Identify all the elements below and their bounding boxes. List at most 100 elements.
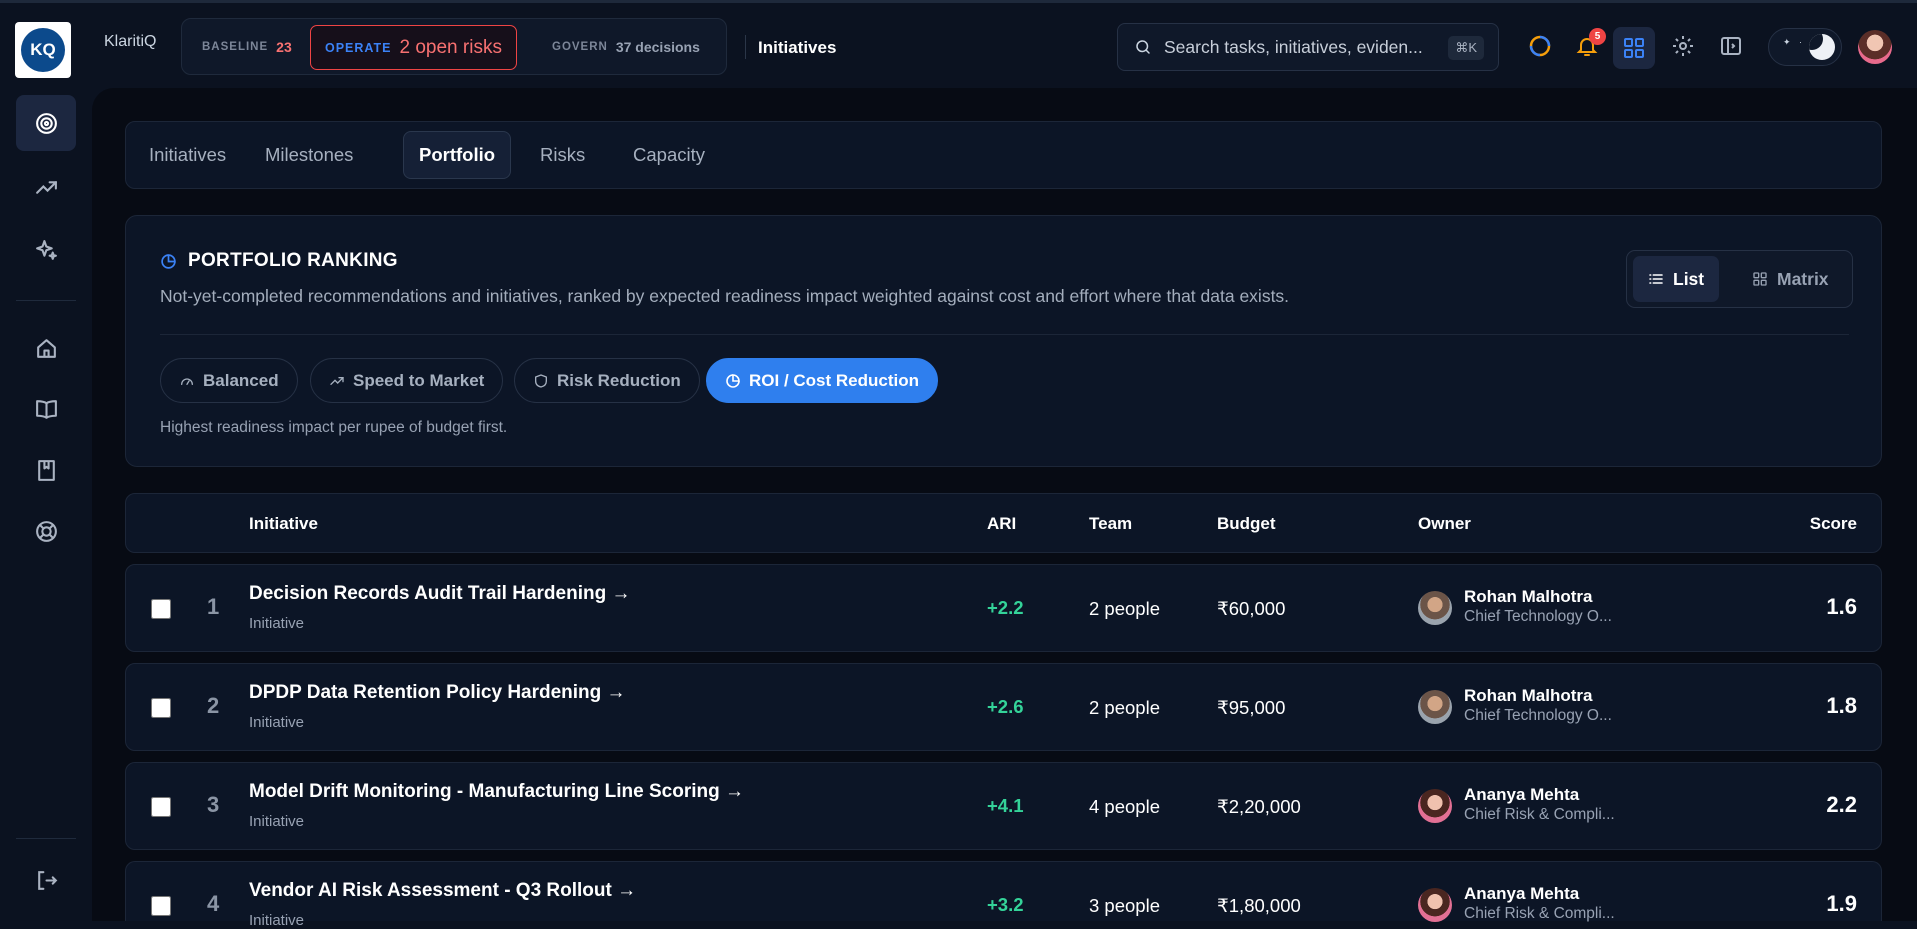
sidebar-item-home[interactable]: [16, 320, 76, 376]
row-score: 2.2: [1826, 792, 1857, 817]
row-team: 2 people: [1089, 697, 1160, 718]
list-icon: [1649, 274, 1663, 284]
owner-avatar: [1418, 789, 1452, 823]
notification-badge: 5: [1589, 28, 1606, 45]
strategy-roi-label: ROI / Cost Reduction: [749, 370, 919, 390]
pie-chart-icon: [726, 373, 740, 388]
tab-milestones[interactable]: Milestones: [250, 131, 368, 179]
table-row[interactable]: 4 Vendor AI Risk Assessment - Q3 Rollout…: [125, 861, 1882, 929]
view-toggle: List Matrix: [1626, 250, 1853, 308]
owner-avatar: [1418, 690, 1452, 724]
row-type: Initiative: [249, 813, 305, 830]
phase-govern-label: GOVERN: [552, 40, 608, 53]
sparkles-icon: [35, 239, 57, 260]
row-rank: 2: [207, 693, 220, 718]
column-owner[interactable]: Owner: [1418, 514, 1471, 534]
lifebuoy-icon: [35, 520, 57, 542]
matrix-grid-icon: [1753, 272, 1767, 286]
row-checkbox[interactable]: [151, 797, 171, 817]
strategy-speed-to-market[interactable]: Speed to Market: [310, 358, 504, 403]
sidebar-item-initiatives[interactable]: [16, 95, 76, 151]
tab-capacity[interactable]: Capacity: [618, 131, 720, 179]
stars-icon: ✦ ·: [1783, 37, 1806, 47]
owner-role: Chief Technology O...: [1464, 707, 1612, 724]
column-team[interactable]: Team: [1089, 514, 1132, 534]
phase-baseline-value: 23: [276, 38, 292, 55]
row-rank: 3: [207, 792, 220, 817]
sidebar-item-trends[interactable]: [16, 159, 76, 215]
notifications-button[interactable]: 5: [1572, 28, 1606, 61]
search-input[interactable]: Search tasks, initiatives, eviden... ⌘K: [1117, 23, 1499, 71]
header-divider: [745, 35, 746, 59]
table-row[interactable]: 3 Model Drift Monitoring - Manufacturing…: [125, 762, 1882, 850]
strategy-roi-cost-reduction[interactable]: ROI / Cost Reduction: [706, 358, 938, 403]
shield-icon: [535, 373, 547, 388]
section-description: Not-yet-completed recommendations and in…: [160, 286, 1290, 306]
row-title-link[interactable]: Vendor AI Risk Assessment - Q3 Rollout →: [249, 880, 636, 902]
row-ari: +2.2: [987, 597, 1024, 618]
user-avatar[interactable]: [1858, 30, 1892, 64]
sidebar: [0, 88, 92, 921]
phase-govern[interactable]: GOVERN 37 decisions: [552, 19, 700, 74]
settings-button[interactable]: [1668, 31, 1698, 61]
row-title-link[interactable]: Decision Records Audit Trail Hardening →: [249, 583, 630, 605]
row-checkbox[interactable]: [151, 896, 171, 916]
row-type: Initiative: [249, 714, 305, 731]
phase-summary: BASELINE 23 OPERATE 2 open risks GOVERN …: [181, 18, 727, 75]
row-checkbox[interactable]: [151, 599, 171, 619]
table-row[interactable]: 2 DPDP Data Retention Policy Hardening →…: [125, 663, 1882, 751]
sidebar-item-library[interactable]: [16, 381, 76, 437]
phase-operate-value: 2 open risks: [399, 36, 502, 58]
row-title-link[interactable]: DPDP Data Retention Policy Hardening →: [249, 682, 626, 704]
strategy-risk-reduction[interactable]: Risk Reduction: [514, 358, 700, 403]
row-budget: ₹60,000: [1217, 598, 1286, 619]
owner-role: Chief Technology O...: [1464, 608, 1612, 625]
row-rank: 4: [207, 891, 220, 916]
row-budget: ₹1,80,000: [1217, 895, 1301, 916]
grid-icon: [1624, 38, 1644, 58]
row-budget: ₹95,000: [1217, 697, 1286, 718]
app-logo[interactable]: KQ: [15, 22, 71, 78]
panel-toggle-button[interactable]: [1716, 31, 1746, 61]
row-title-link[interactable]: Model Drift Monitoring - Manufacturing L…: [249, 781, 744, 803]
strategy-balanced-label: Balanced: [203, 370, 279, 390]
logo-mark: KQ: [21, 28, 65, 72]
column-score[interactable]: Score: [1810, 514, 1857, 534]
row-ari: +3.2: [987, 894, 1024, 915]
sidebar-panel-icon: [1721, 37, 1741, 55]
strategy-risk-label: Risk Reduction: [557, 370, 681, 390]
row-checkbox[interactable]: [151, 698, 171, 718]
sidebar-item-help[interactable]: [16, 503, 76, 559]
tab-initiatives[interactable]: Initiatives: [134, 131, 241, 179]
phase-baseline[interactable]: BASELINE 23: [202, 19, 292, 74]
phase-operate[interactable]: OPERATE 2 open risks: [310, 25, 517, 70]
sidebar-item-guides[interactable]: [16, 442, 76, 498]
search-shortcut: ⌘K: [1448, 36, 1484, 60]
row-score: 1.9: [1826, 891, 1857, 916]
column-initiative[interactable]: Initiative: [249, 514, 318, 534]
row-ari: +2.6: [987, 696, 1024, 717]
column-ari[interactable]: ARI: [987, 514, 1016, 534]
column-budget[interactable]: Budget: [1217, 514, 1276, 534]
status-ring-icon[interactable]: [1525, 31, 1555, 61]
view-matrix-button[interactable]: Matrix: [1737, 256, 1844, 302]
strategy-balanced[interactable]: Balanced: [160, 358, 298, 403]
table-header: Initiative ARI Team Budget Owner Score: [125, 493, 1882, 553]
view-list-button[interactable]: List: [1633, 256, 1720, 302]
section-title: PORTFOLIO RANKING: [160, 250, 398, 272]
owner-name: Ananya Mehta: [1464, 785, 1580, 804]
gear-icon: [1673, 36, 1693, 56]
apps-grid-button[interactable]: [1613, 27, 1655, 69]
sidebar-item-ai[interactable]: [16, 222, 76, 278]
sidebar-divider: [16, 838, 76, 839]
strategy-note: Highest readiness impact per rupee of bu…: [160, 419, 508, 436]
tab-risks[interactable]: Risks: [525, 131, 600, 179]
sidebar-item-logout[interactable]: [16, 852, 76, 908]
owner-name: Rohan Malhotra: [1464, 587, 1593, 606]
tab-portfolio[interactable]: Portfolio: [403, 131, 512, 179]
logout-icon: [37, 870, 57, 890]
app-header: KQ KlaritiQ BASELINE 23 OPERATE 2 open r…: [0, 3, 1917, 88]
row-score: 1.6: [1826, 594, 1857, 619]
theme-toggle[interactable]: ✦ ·: [1768, 28, 1842, 66]
table-row[interactable]: 1 Decision Records Audit Trail Hardening…: [125, 564, 1882, 652]
